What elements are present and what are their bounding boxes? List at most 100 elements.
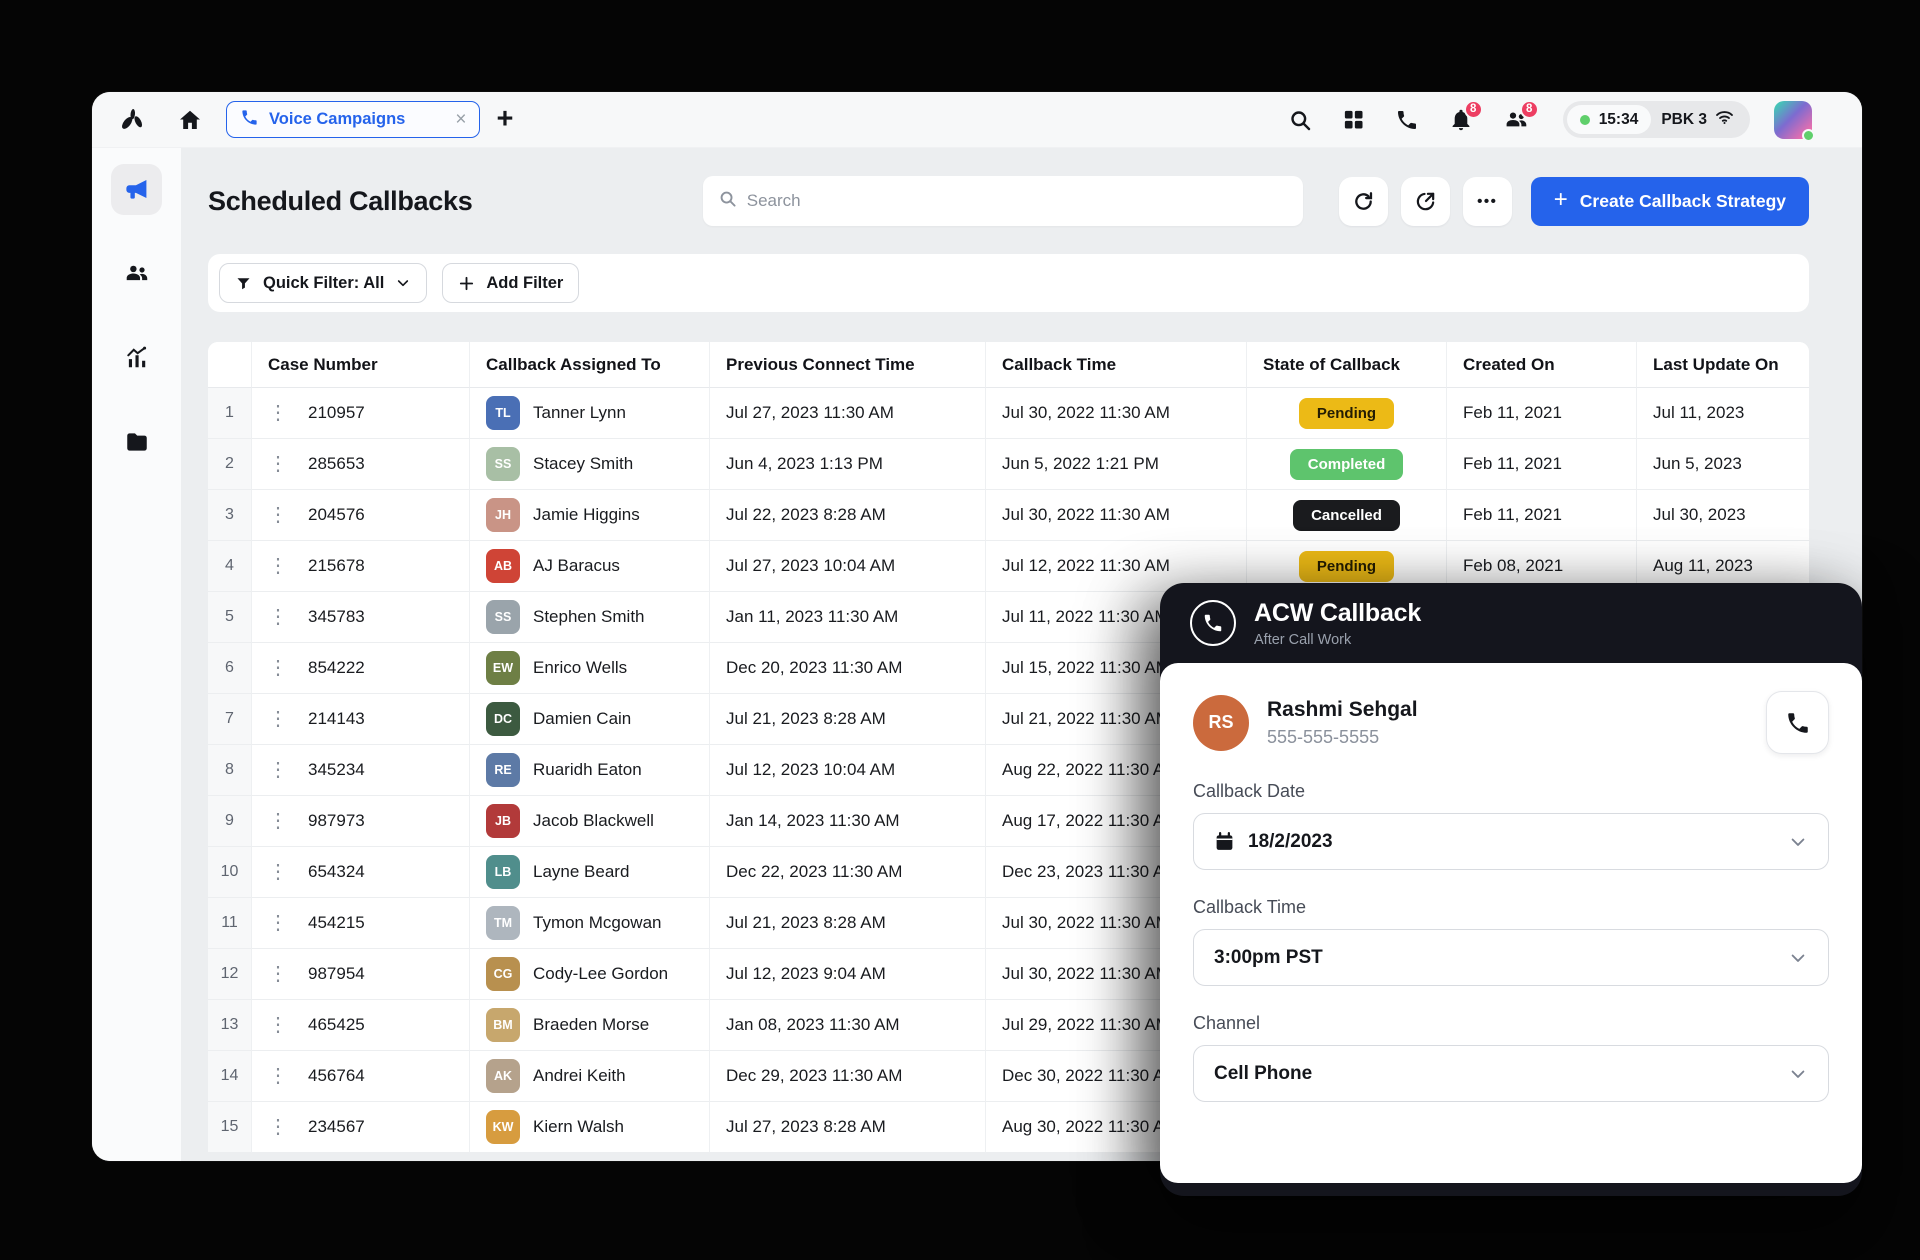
home-icon[interactable]: [178, 108, 202, 132]
people-icon[interactable]: 8: [1503, 108, 1529, 132]
channel-select[interactable]: Cell Phone: [1193, 1045, 1829, 1102]
apps-grid-icon[interactable]: [1342, 108, 1365, 131]
quick-filter-label: Quick Filter: All: [263, 274, 384, 293]
kebab-menu-icon[interactable]: ⋮: [268, 964, 288, 984]
kebab-menu-icon[interactable]: ⋮: [268, 1015, 288, 1035]
close-tab-icon[interactable]: ×: [455, 110, 466, 129]
kebab-menu-icon[interactable]: ⋮: [268, 760, 288, 780]
assignee-name: Jamie Higgins: [533, 505, 640, 525]
kebab-menu-icon[interactable]: ⋮: [268, 1066, 288, 1086]
top-bar: Voice Campaigns × + 8: [92, 92, 1862, 148]
search-input[interactable]: [747, 191, 1288, 211]
contact-name: Rashmi Sehgal: [1267, 698, 1418, 722]
assignee-name: Kiern Walsh: [533, 1117, 624, 1137]
callback-time-select[interactable]: 3:00pm PST: [1193, 929, 1829, 986]
kebab-menu-icon[interactable]: ⋮: [268, 862, 288, 882]
avatar: AK: [486, 1059, 520, 1093]
state-cell: Cancelled: [1247, 490, 1447, 541]
new-tab-icon[interactable]: +: [496, 105, 513, 134]
row-number: 1: [208, 388, 252, 439]
case-number-cell: ⋮ 214143: [252, 694, 470, 745]
sidebar-item-files[interactable]: [111, 416, 162, 467]
previous-connect-time: Dec 20, 2023 11:30 AM: [710, 643, 986, 694]
assignee-name: Andrei Keith: [533, 1066, 626, 1086]
assigned-to-cell: CG Cody-Lee Gordon: [470, 949, 710, 1000]
presence-dot-icon: [1802, 129, 1815, 142]
kebab-menu-icon[interactable]: ⋮: [268, 556, 288, 576]
brand-logo-icon: [118, 105, 148, 135]
kebab-menu-icon[interactable]: ⋮: [268, 505, 288, 525]
kebab-menu-icon[interactable]: ⋮: [268, 454, 288, 474]
column-header-assigned-to: Callback Assigned To: [470, 342, 710, 388]
table-row[interactable]: 1 ⋮ 210957 TL Tanner Lynn Jul 27, 2023 1…: [208, 388, 1809, 439]
create-callback-strategy-label: Create Callback Strategy: [1580, 191, 1786, 212]
team-icon: [123, 261, 150, 286]
kebab-menu-icon[interactable]: ⋮: [268, 913, 288, 933]
create-callback-strategy-button[interactable]: + Create Callback Strategy: [1531, 177, 1809, 226]
case-number: 854222: [308, 658, 365, 678]
tab-voice-campaigns[interactable]: Voice Campaigns ×: [226, 101, 480, 138]
kebab-menu-icon[interactable]: ⋮: [268, 811, 288, 831]
kebab-menu-icon[interactable]: ⋮: [268, 1117, 288, 1137]
table-row[interactable]: 2 ⋮ 285653 SS Stacey Smith Jun 4, 2023 1…: [208, 439, 1809, 490]
assigned-to-cell: EW Enrico Wells: [470, 643, 710, 694]
sidebar-item-analytics[interactable]: [111, 332, 162, 383]
filter-funnel-icon: [235, 275, 252, 292]
share-button[interactable]: [1401, 177, 1450, 226]
row-number: 13: [208, 1000, 252, 1051]
add-filter-button[interactable]: Add Filter: [442, 263, 579, 303]
case-number: 987973: [308, 811, 365, 831]
kebab-menu-icon[interactable]: ⋮: [268, 709, 288, 729]
case-number: 215678: [308, 556, 365, 576]
previous-connect-time: Jul 27, 2023 8:28 AM: [710, 1102, 986, 1153]
sidebar-item-teams[interactable]: [111, 248, 162, 299]
callback-date-select[interactable]: 18/2/2023: [1193, 813, 1829, 870]
search-box[interactable]: [703, 176, 1303, 226]
phone-icon[interactable]: [1395, 108, 1419, 132]
kebab-menu-icon[interactable]: ⋮: [268, 658, 288, 678]
row-number: 15: [208, 1102, 252, 1153]
state-cell: Pending: [1247, 388, 1447, 439]
tab-label: Voice Campaigns: [269, 110, 405, 129]
kebab-menu-icon[interactable]: ⋮: [268, 403, 288, 423]
user-avatar[interactable]: [1774, 101, 1812, 139]
assigned-to-cell: LB Layne Beard: [470, 847, 710, 898]
more-options-button[interactable]: •••: [1463, 177, 1512, 226]
row-number: 9: [208, 796, 252, 847]
bell-icon[interactable]: 8: [1449, 108, 1473, 132]
search-icon[interactable]: [1288, 108, 1312, 132]
quick-filter-button[interactable]: Quick Filter: All: [219, 263, 427, 303]
avatar: SS: [486, 447, 520, 481]
plus-icon: [458, 275, 475, 292]
case-number: 234567: [308, 1117, 365, 1137]
case-number-cell: ⋮ 345783: [252, 592, 470, 643]
contact-avatar: RS: [1193, 695, 1249, 751]
case-number-cell: ⋮ 654324: [252, 847, 470, 898]
filter-bar: Quick Filter: All Add Filter: [208, 254, 1809, 312]
kebab-menu-icon[interactable]: ⋮: [268, 607, 288, 627]
callback-time: Jun 5, 2022 1:21 PM: [986, 439, 1247, 490]
status-badge: Pending: [1299, 551, 1394, 582]
case-number-cell: ⋮ 854222: [252, 643, 470, 694]
assigned-to-cell: TM Tymon Mcgowan: [470, 898, 710, 949]
row-number: 14: [208, 1051, 252, 1102]
table-row[interactable]: 3 ⋮ 204576 JH Jamie Higgins Jul 22, 2023…: [208, 490, 1809, 541]
refresh-button[interactable]: [1339, 177, 1388, 226]
chevron-down-icon: [1788, 1064, 1808, 1084]
people-notification-badge: 8: [1520, 100, 1539, 119]
assigned-to-cell: AB AJ Baracus: [470, 541, 710, 592]
assigned-to-cell: RE Ruaridh Eaton: [470, 745, 710, 796]
assignee-name: Layne Beard: [533, 862, 629, 882]
phone-circle-icon: [1190, 600, 1236, 646]
case-number: 454215: [308, 913, 365, 933]
avatar: KW: [486, 1110, 520, 1144]
call-button[interactable]: [1766, 691, 1829, 754]
sidebar-item-campaigns[interactable]: [111, 164, 162, 215]
acw-callback-panel: ACW Callback After Call Work RS Rashmi S…: [1160, 583, 1862, 1196]
table-header-row: Case Number Callback Assigned To Previou…: [208, 342, 1809, 388]
case-number-cell: ⋮ 210957: [252, 388, 470, 439]
assignee-name: AJ Baracus: [533, 556, 620, 576]
desktop-background: Voice Campaigns × + 8: [0, 0, 1920, 1260]
assignee-name: Jacob Blackwell: [533, 811, 654, 831]
refresh-icon: [1352, 190, 1375, 213]
